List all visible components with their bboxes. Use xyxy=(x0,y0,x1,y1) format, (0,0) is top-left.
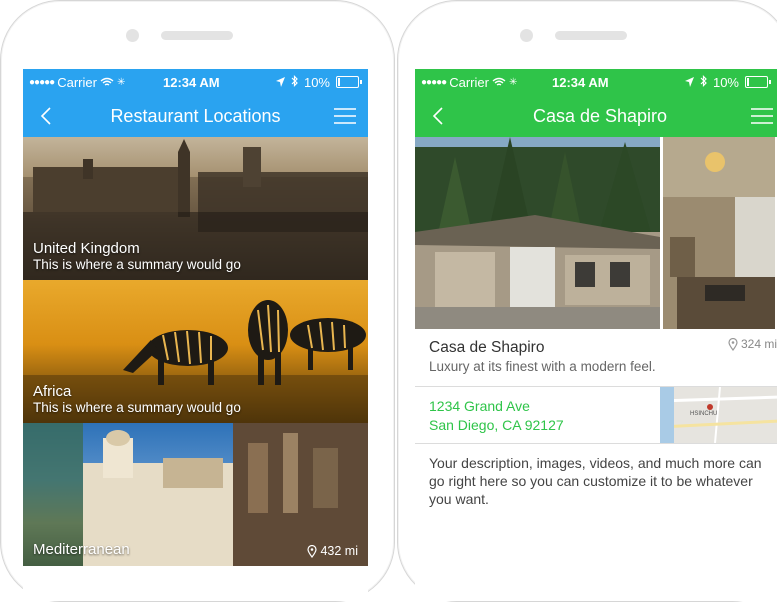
signal-icon: ●●●●● xyxy=(421,76,447,88)
battery-icon xyxy=(745,76,771,88)
place-title: Casa de Shapiro xyxy=(429,339,545,356)
place-subtitle: Luxury at its finest with a modern feel. xyxy=(429,359,656,374)
nav-bar: Casa de Shapiro xyxy=(415,95,777,137)
location-distance: 432 mi xyxy=(307,544,358,558)
status-time: 12:34 AM xyxy=(552,74,609,90)
carrier-label: Carrier xyxy=(57,74,97,90)
page-title: Casa de Shapiro xyxy=(532,105,668,126)
location-card-africa[interactable]: Africa This is where a summary would go xyxy=(23,280,368,423)
location-summary: This is where a summary would go xyxy=(33,257,241,272)
hamburger-menu-icon xyxy=(751,108,773,124)
status-time: 12:34 AM xyxy=(163,74,220,90)
nav-bar: Restaurant Locations xyxy=(23,95,368,137)
map-image: HSINCHU xyxy=(660,387,777,443)
status-bar: ●●●●● Carrier ✳ 12:34 AM 10% xyxy=(415,69,777,95)
battery-percent: 10% xyxy=(712,74,739,90)
front-camera xyxy=(126,29,139,42)
location-name: Africa xyxy=(33,383,72,400)
address-row: 1234 Grand Ave San Diego, CA 92127 HSINC… xyxy=(415,387,777,443)
screen-restaurant-locations: ●●●●● Carrier ✳ 12:34 AM 10% Restaurant … xyxy=(23,69,368,601)
place-info: Casa de Shapiro Luxury at its finest wit… xyxy=(415,329,777,386)
battery-percent: 10% xyxy=(303,74,330,90)
speaker-grille xyxy=(161,31,233,40)
speaker-grille xyxy=(555,31,627,40)
location-pin-icon xyxy=(307,544,318,558)
bluetooth-icon xyxy=(291,74,298,90)
wifi-icon xyxy=(100,75,114,90)
phone-frame-right: ●●●●● Carrier ✳ 12:34 AM 10% Casa de Sha… xyxy=(397,0,777,602)
location-pin-icon xyxy=(728,337,738,351)
distance-label: 324 mi xyxy=(740,337,777,351)
location-arrow-icon xyxy=(275,75,285,90)
map-place-label: HSINCHU xyxy=(690,411,717,417)
map-marker-icon xyxy=(707,404,713,410)
location-summary: This is where a summary would go xyxy=(33,400,241,415)
photo-gallery[interactable] xyxy=(415,137,777,329)
house-exterior-photo xyxy=(415,137,660,329)
map-thumbnail[interactable]: HSINCHU xyxy=(660,387,777,443)
hamburger-menu-icon xyxy=(333,108,356,124)
header: ●●●●● Carrier ✳ 12:34 AM 10% xyxy=(415,69,777,137)
interior-living-room-photo xyxy=(663,137,775,329)
phone-frame-left: ●●●●● Carrier ✳ 12:34 AM 10% Restaurant … xyxy=(0,0,395,602)
menu-button[interactable] xyxy=(749,103,775,129)
activity-icon: ✳ xyxy=(508,76,518,88)
status-bar: ●●●●● Carrier ✳ 12:34 AM 10% xyxy=(23,69,368,95)
menu-button[interactable] xyxy=(332,103,358,129)
location-arrow-icon xyxy=(684,75,694,90)
front-camera xyxy=(520,29,533,42)
signal-icon: ●●●●● xyxy=(29,76,55,88)
location-name: Mediterranean xyxy=(33,541,130,558)
header: ●●●●● Carrier ✳ 12:34 AM 10% xyxy=(23,69,368,137)
activity-icon: ✳ xyxy=(116,76,126,88)
chevron-left-icon xyxy=(40,107,51,125)
page-title: Restaurant Locations xyxy=(110,105,281,126)
distance-label: 432 mi xyxy=(320,544,358,558)
location-name: United Kingdom xyxy=(33,240,140,257)
screen-place-detail: ●●●●● Carrier ✳ 12:34 AM 10% Casa de Sha… xyxy=(415,69,777,601)
gallery-images xyxy=(415,137,775,329)
back-button[interactable] xyxy=(33,103,59,129)
location-card-mediterranean[interactable]: Mediterranean 432 mi xyxy=(23,423,368,566)
place-description: Your description, images, videos, and mu… xyxy=(429,455,762,507)
battery-icon xyxy=(336,76,362,88)
back-button[interactable] xyxy=(425,103,451,129)
bluetooth-icon xyxy=(700,74,707,90)
carrier-label: Carrier xyxy=(449,74,489,90)
chevron-left-icon xyxy=(432,107,443,125)
wifi-icon xyxy=(492,75,506,90)
location-card-united-kingdom[interactable]: United Kingdom This is where a summary w… xyxy=(23,137,368,280)
place-distance: 324 mi xyxy=(728,337,777,351)
